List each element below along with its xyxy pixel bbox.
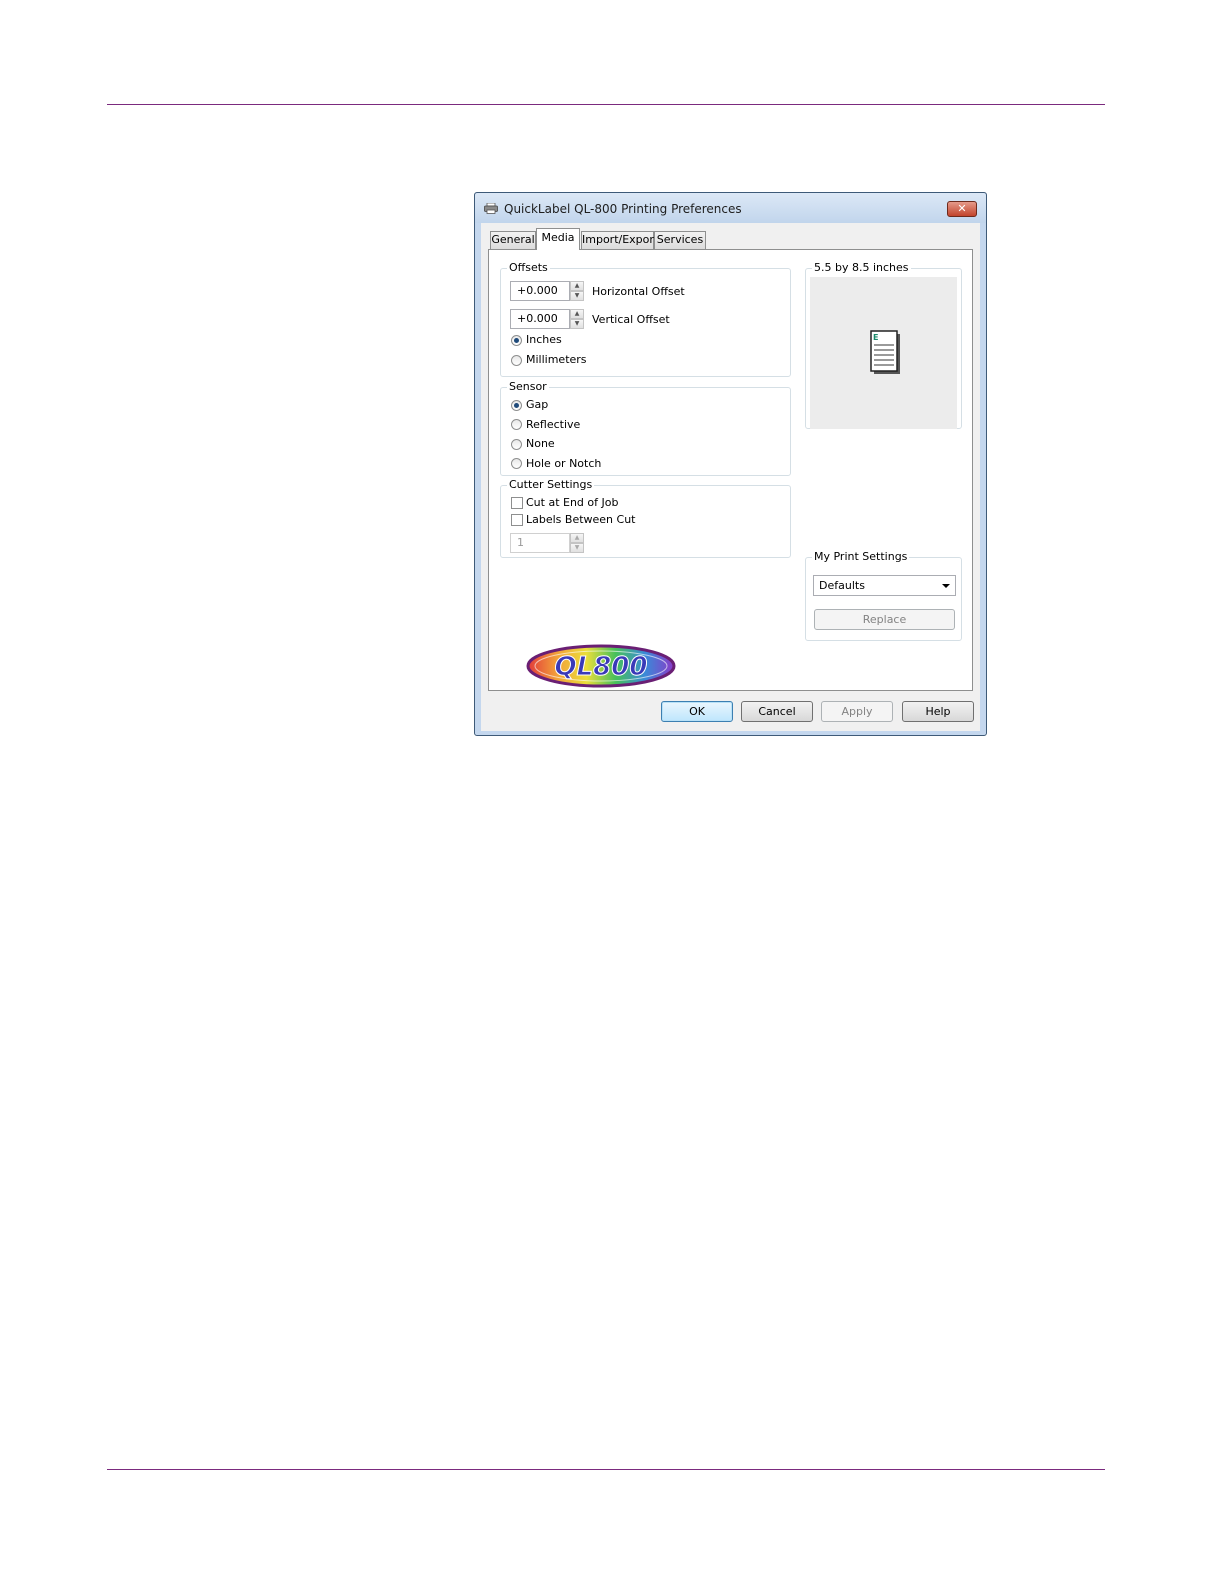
cutter-settings-group: Cutter Settings Cut at End of Job Labels… bbox=[500, 478, 791, 558]
millimeters-radio[interactable] bbox=[511, 355, 522, 366]
horizontal-offset-input[interactable]: +0.000 bbox=[510, 281, 570, 301]
spin-up-icon[interactable]: ▲ bbox=[570, 533, 584, 543]
chevron-down-icon bbox=[942, 584, 950, 588]
media-preview-area: E bbox=[810, 277, 957, 429]
horizontal-offset-spinner[interactable]: ▲ ▼ bbox=[570, 281, 584, 301]
spin-up-icon[interactable]: ▲ bbox=[570, 309, 584, 319]
hole-or-notch-radio[interactable] bbox=[511, 458, 522, 469]
print-settings-selected: Defaults bbox=[819, 579, 865, 592]
labels-between-cut-label[interactable]: Labels Between Cut bbox=[526, 513, 636, 526]
none-radio-label[interactable]: None bbox=[526, 437, 555, 450]
printing-preferences-dialog: QuickLabel QL-800 Printing Preferences ✕… bbox=[474, 192, 987, 736]
spin-down-icon[interactable]: ▼ bbox=[570, 543, 584, 553]
title-bar[interactable]: QuickLabel QL-800 Printing Preferences ✕ bbox=[475, 193, 986, 223]
media-size-label: 5.5 by 8.5 inches bbox=[812, 261, 911, 274]
vertical-offset-spinner[interactable]: ▲ ▼ bbox=[570, 309, 584, 329]
label-page-icon: E bbox=[870, 330, 900, 374]
cut-at-end-label[interactable]: Cut at End of Job bbox=[526, 496, 618, 509]
tab-general[interactable]: General bbox=[490, 231, 536, 249]
spin-down-icon[interactable]: ▼ bbox=[570, 319, 584, 329]
gap-radio[interactable] bbox=[511, 400, 522, 411]
ql800-logo: QL800 bbox=[526, 644, 676, 688]
inches-radio[interactable] bbox=[511, 335, 522, 346]
cut-count-spinner[interactable]: ▲ ▼ bbox=[570, 533, 584, 553]
media-tab-page: Offsets +0.000 ▲ ▼ Horizontal Offset +0.… bbox=[488, 249, 973, 691]
tab-media[interactable]: Media bbox=[536, 228, 580, 250]
offsets-group: Offsets +0.000 ▲ ▼ Horizontal Offset +0.… bbox=[500, 261, 791, 377]
replace-button[interactable]: Replace bbox=[814, 609, 955, 630]
vertical-offset-label: Vertical Offset bbox=[592, 313, 670, 326]
millimeters-radio-label[interactable]: Millimeters bbox=[526, 353, 587, 366]
dialog-title: QuickLabel QL-800 Printing Preferences bbox=[504, 202, 742, 216]
inches-radio-label[interactable]: Inches bbox=[526, 333, 562, 346]
cutter-settings-group-label: Cutter Settings bbox=[507, 478, 595, 491]
sensor-group-label: Sensor bbox=[507, 380, 549, 393]
page-header-rule bbox=[107, 104, 1105, 105]
printer-icon bbox=[484, 203, 498, 214]
offsets-group-label: Offsets bbox=[507, 261, 550, 274]
close-button[interactable]: ✕ bbox=[947, 201, 977, 217]
my-print-settings-group: My Print Settings Defaults Replace bbox=[805, 550, 962, 641]
spin-up-icon[interactable]: ▲ bbox=[570, 281, 584, 291]
cut-count-input[interactable]: 1 bbox=[510, 533, 570, 553]
spin-down-icon[interactable]: ▼ bbox=[570, 291, 584, 301]
ok-button[interactable]: OK bbox=[661, 701, 733, 722]
tab-import-export[interactable]: Import/Export bbox=[581, 231, 658, 249]
page-letter: E bbox=[873, 333, 878, 342]
none-radio[interactable] bbox=[511, 439, 522, 450]
svg-text:QL800: QL800 bbox=[555, 652, 648, 682]
vertical-offset-input[interactable]: +0.000 bbox=[510, 309, 570, 329]
sensor-group: Sensor Gap Reflective None Hole or Notch bbox=[500, 380, 791, 476]
page-footer-rule bbox=[107, 1469, 1105, 1470]
hole-or-notch-radio-label[interactable]: Hole or Notch bbox=[526, 457, 601, 470]
cut-at-end-checkbox[interactable] bbox=[511, 497, 523, 509]
horizontal-offset-label: Horizontal Offset bbox=[592, 285, 685, 298]
apply-button[interactable]: Apply bbox=[821, 701, 893, 722]
labels-between-cut-checkbox[interactable] bbox=[511, 514, 523, 526]
media-preview-group: 5.5 by 8.5 inches E bbox=[805, 261, 962, 429]
tab-services[interactable]: Services bbox=[654, 231, 706, 249]
close-icon: ✕ bbox=[957, 202, 967, 215]
reflective-radio[interactable] bbox=[511, 419, 522, 430]
dialog-client-area: General Media Import/Export Services Off… bbox=[481, 223, 980, 731]
print-settings-select[interactable]: Defaults bbox=[813, 575, 956, 596]
cancel-button[interactable]: Cancel bbox=[741, 701, 813, 722]
reflective-radio-label[interactable]: Reflective bbox=[526, 418, 580, 431]
gap-radio-label[interactable]: Gap bbox=[526, 398, 548, 411]
help-button[interactable]: Help bbox=[902, 701, 974, 722]
my-print-settings-label: My Print Settings bbox=[812, 550, 910, 563]
